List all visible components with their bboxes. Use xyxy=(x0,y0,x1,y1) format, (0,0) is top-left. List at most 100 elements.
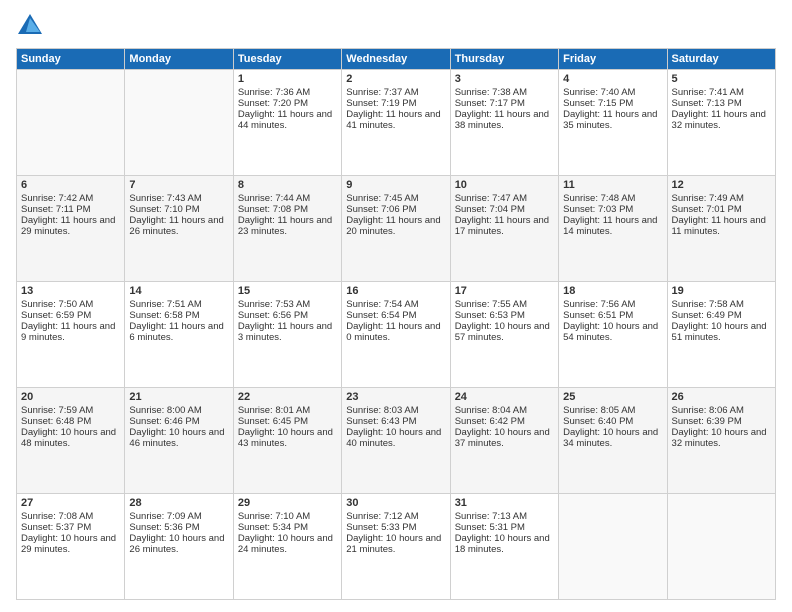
sunset-text: Sunset: 6:46 PM xyxy=(129,416,199,427)
calendar-cell xyxy=(559,494,667,600)
daylight-text: Daylight: 10 hours and 32 minutes. xyxy=(672,427,767,449)
day-number: 29 xyxy=(238,497,337,509)
sunrise-text: Sunrise: 8:06 AM xyxy=(672,405,744,416)
calendar-cell: 13 Sunrise: 7:50 AMSunset: 6:59 PMDayligh… xyxy=(17,282,125,388)
sunrise-text: Sunrise: 7:49 AM xyxy=(672,193,744,204)
calendar-cell xyxy=(125,70,233,176)
sunrise-text: Sunrise: 7:53 AM xyxy=(238,299,310,310)
calendar-cell: 8Sunrise: 7:44 AMSunset: 7:08 PMDaylight… xyxy=(233,176,341,282)
calendar-cell: 23Sunrise: 8:03 AMSunset: 6:43 PMDayligh… xyxy=(342,388,450,494)
sunset-text: Sunset: 5:31 PM xyxy=(455,522,525,533)
calendar-cell: 5Sunrise: 7:41 AMSunset: 7:13 PMDaylight… xyxy=(667,70,775,176)
sunset-text: Sunset: 7:17 PM xyxy=(455,98,525,109)
calendar-cell: 30 Sunrise: 7:12 AMSunset: 5:33 PMDayligh… xyxy=(342,494,450,600)
sunrise-text: Sunrise: 7:42 AM xyxy=(21,193,93,204)
calendar-cell: 24 Sunrise: 8:04 AMSunset: 6:42 PMDayligh… xyxy=(450,388,558,494)
sunrise-text: Sunrise: 7:54 AM xyxy=(346,299,418,310)
sunset-text: Sunset: 6:42 PM xyxy=(455,416,525,427)
daylight-text: Daylight: 10 hours and 37 minutes. xyxy=(455,427,550,449)
logo-icon xyxy=(16,12,44,40)
day-number: 11 xyxy=(563,179,662,191)
calendar-cell: 20Sunrise: 7:59 AMSunset: 6:48 PMDayligh… xyxy=(17,388,125,494)
sunset-text: Sunset: 7:06 PM xyxy=(346,204,416,215)
daylight-text: Daylight: 11 hours and 41 minutes. xyxy=(346,109,440,131)
sunrise-text: Sunrise: 7:59 AM xyxy=(21,405,93,416)
sunset-text: Sunset: 6:45 PM xyxy=(238,416,308,427)
daylight-text: Daylight: 11 hours and 0 minutes. xyxy=(346,321,440,343)
daylight-text: Daylight: 11 hours and 3 minutes. xyxy=(238,321,332,343)
sunset-text: Sunset: 7:01 PM xyxy=(672,204,742,215)
weekday-header-wednesday: Wednesday xyxy=(342,49,450,70)
day-number: 24 xyxy=(455,391,554,403)
sunset-text: Sunset: 6:56 PM xyxy=(238,310,308,321)
daylight-text: Daylight: 10 hours and 51 minutes. xyxy=(672,321,767,343)
header xyxy=(16,12,776,40)
calendar-cell: 26Sunrise: 8:06 AMSunset: 6:39 PMDayligh… xyxy=(667,388,775,494)
daylight-text: Daylight: 10 hours and 40 minutes. xyxy=(346,427,441,449)
page: SundayMondayTuesdayWednesdayThursdayFrid… xyxy=(0,0,792,612)
calendar-cell: 16Sunrise: 7:54 AMSunset: 6:54 PMDayligh… xyxy=(342,282,450,388)
calendar-cell: 9Sunrise: 7:45 AMSunset: 7:06 PMDaylight… xyxy=(342,176,450,282)
weekday-header-sunday: Sunday xyxy=(17,49,125,70)
sunrise-text: Sunrise: 8:01 AM xyxy=(238,405,310,416)
day-number: 21 xyxy=(129,391,228,403)
calendar-cell: 25Sunrise: 8:05 AMSunset: 6:40 PMDayligh… xyxy=(559,388,667,494)
sunrise-text: Sunrise: 8:04 AM xyxy=(455,405,527,416)
sunset-text: Sunset: 7:03 PM xyxy=(563,204,633,215)
calendar-cell: 6Sunrise: 7:42 AMSunset: 7:11 PMDaylight… xyxy=(17,176,125,282)
daylight-text: Daylight: 10 hours and 26 minutes. xyxy=(129,533,224,555)
sunrise-text: Sunrise: 7:55 AM xyxy=(455,299,527,310)
week-row-2: 6Sunrise: 7:42 AMSunset: 7:11 PMDaylight… xyxy=(17,176,776,282)
sunset-text: Sunset: 7:13 PM xyxy=(672,98,742,109)
sunset-text: Sunset: 6:40 PM xyxy=(563,416,633,427)
sunrise-text: Sunrise: 7:13 AM xyxy=(455,511,527,522)
calendar-cell: 15 Sunrise: 7:53 AMSunset: 6:56 PMDayligh… xyxy=(233,282,341,388)
daylight-text: Daylight: 10 hours and 29 minutes. xyxy=(21,533,116,555)
day-number: 25 xyxy=(563,391,662,403)
sunset-text: Sunset: 6:51 PM xyxy=(563,310,633,321)
sunset-text: Sunset: 7:08 PM xyxy=(238,204,308,215)
day-number: 13 xyxy=(21,285,120,297)
day-number: 8 xyxy=(238,179,337,191)
sunrise-text: Sunrise: 7:41 AM xyxy=(672,87,744,98)
calendar-cell: 10Sunrise: 7:47 AMSunset: 7:04 PMDayligh… xyxy=(450,176,558,282)
calendar-cell: 19Sunrise: 7:58 AMSunset: 6:49 PMDayligh… xyxy=(667,282,775,388)
sunrise-text: Sunrise: 7:44 AM xyxy=(238,193,310,204)
daylight-text: Daylight: 11 hours and 9 minutes. xyxy=(21,321,115,343)
calendar-cell: 21 Sunrise: 8:00 AMSunset: 6:46 PMDayligh… xyxy=(125,388,233,494)
calendar-cell: 2Sunrise: 7:37 AMSunset: 7:19 PMDaylight… xyxy=(342,70,450,176)
calendar-cell: 27Sunrise: 7:08 AMSunset: 5:37 PMDayligh… xyxy=(17,494,125,600)
daylight-text: Daylight: 10 hours and 21 minutes. xyxy=(346,533,441,555)
daylight-text: Daylight: 11 hours and 44 minutes. xyxy=(238,109,332,131)
day-number: 1 xyxy=(238,73,337,85)
sunrise-text: Sunrise: 7:08 AM xyxy=(21,511,93,522)
day-number: 19 xyxy=(672,285,771,297)
sunset-text: Sunset: 6:48 PM xyxy=(21,416,91,427)
weekday-header-row: SundayMondayTuesdayWednesdayThursdayFrid… xyxy=(17,49,776,70)
sunrise-text: Sunrise: 8:05 AM xyxy=(563,405,635,416)
day-number: 15 xyxy=(238,285,337,297)
sunrise-text: Sunrise: 7:09 AM xyxy=(129,511,201,522)
calendar-cell: 14Sunrise: 7:51 AMSunset: 6:58 PMDayligh… xyxy=(125,282,233,388)
day-number: 27 xyxy=(21,497,120,509)
daylight-text: Daylight: 11 hours and 6 minutes. xyxy=(129,321,223,343)
sunrise-text: Sunrise: 7:37 AM xyxy=(346,87,418,98)
weekday-header-thursday: Thursday xyxy=(450,49,558,70)
day-number: 17 xyxy=(455,285,554,297)
sunset-text: Sunset: 6:59 PM xyxy=(21,310,91,321)
calendar-cell: 3Sunrise: 7:38 AMSunset: 7:17 PMDaylight… xyxy=(450,70,558,176)
sunrise-text: Sunrise: 7:48 AM xyxy=(563,193,635,204)
sunset-text: Sunset: 5:33 PM xyxy=(346,522,416,533)
calendar-cell: 17Sunrise: 7:55 AMSunset: 6:53 PMDayligh… xyxy=(450,282,558,388)
daylight-text: Daylight: 10 hours and 46 minutes. xyxy=(129,427,224,449)
day-number: 22 xyxy=(238,391,337,403)
sunrise-text: Sunrise: 7:50 AM xyxy=(21,299,93,310)
day-number: 28 xyxy=(129,497,228,509)
sunrise-text: Sunrise: 8:00 AM xyxy=(129,405,201,416)
calendar-cell xyxy=(667,494,775,600)
sunrise-text: Sunrise: 7:12 AM xyxy=(346,511,418,522)
day-number: 30 xyxy=(346,497,445,509)
day-number: 20 xyxy=(21,391,120,403)
day-number: 6 xyxy=(21,179,120,191)
sunrise-text: Sunrise: 7:51 AM xyxy=(129,299,201,310)
